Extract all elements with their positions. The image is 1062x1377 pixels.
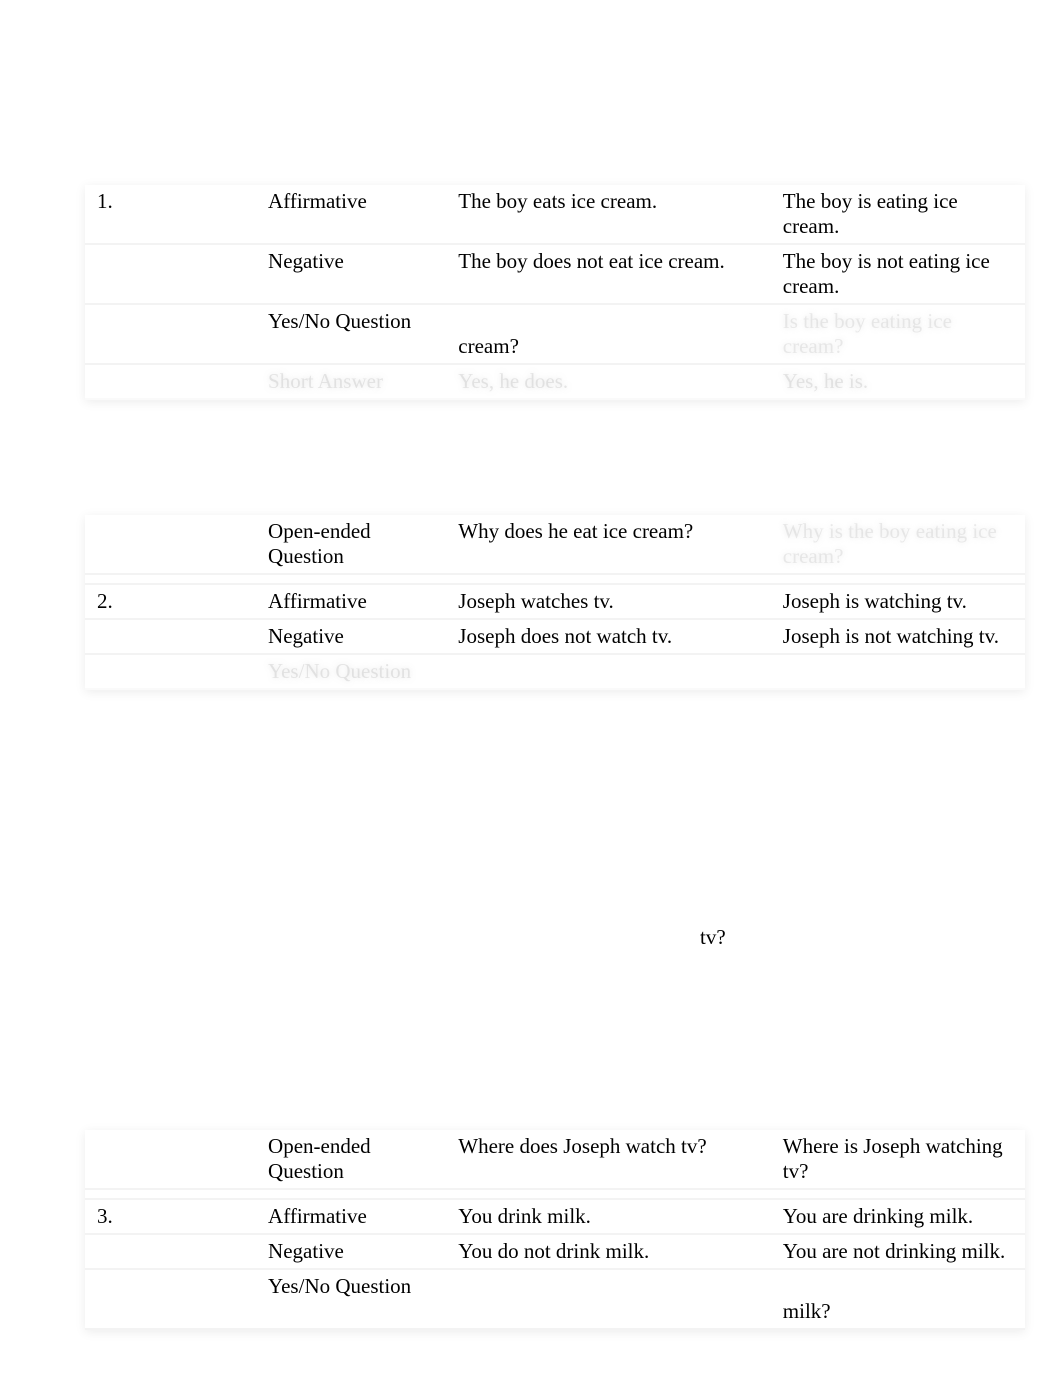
simple-form: cream? <box>454 304 779 364</box>
sentence-type: Open-ended Question <box>264 1130 454 1189</box>
simple-form: Where does Joseph watch tv? <box>454 1130 779 1189</box>
table-row: Yes/No Question cream? Is the boy eating… <box>85 304 1025 364</box>
sentence-type: Negative <box>264 619 454 654</box>
table-row: 1. Affirmative The boy eats ice cream. T… <box>85 185 1025 244</box>
row-number: 2. <box>85 584 264 619</box>
section-gap <box>0 955 1062 1130</box>
row-number: 3. <box>85 1199 264 1234</box>
progressive-form: Yes, he is. <box>779 364 1025 399</box>
sentence-type: Yes/No Question <box>264 654 454 689</box>
table-row: Yes/No Question milk? <box>85 1269 1025 1329</box>
simple-form: Yes, he does. <box>454 364 779 399</box>
progressive-form: The boy is not eating ice cream. <box>779 244 1025 304</box>
simple-form: You drink milk. <box>454 1199 779 1234</box>
sentence-type: Affirmative <box>264 584 454 619</box>
progressive-form: You are not drinking milk. <box>779 1234 1025 1269</box>
simple-form: Joseph watches tv. <box>454 584 779 619</box>
section-gap <box>0 400 1062 515</box>
progressive-form: milk? <box>779 1269 1025 1329</box>
table-row: Open-ended Question Why does he eat ice … <box>85 515 1025 574</box>
progressive-form: Joseph is watching tv. <box>779 584 1025 619</box>
table-row <box>85 1189 1025 1199</box>
progressive-form: Is the boy eating ice cream? <box>779 304 1025 364</box>
progressive-form: The boy is eating ice cream. <box>779 185 1025 244</box>
table-row: Negative Joseph does not watch tv. Josep… <box>85 619 1025 654</box>
simple-form <box>454 1269 779 1329</box>
grammar-table-2: Open-ended Question Why does he eat ice … <box>85 515 1025 690</box>
row-number <box>85 244 264 304</box>
sentence-type: Affirmative <box>264 1199 454 1234</box>
table-row <box>85 574 1025 584</box>
table-row: Negative You do not drink milk. You are … <box>85 1234 1025 1269</box>
table-row: Yes/No Question <box>85 654 1025 689</box>
row-number <box>85 364 264 399</box>
simple-form: Joseph does not watch tv. <box>454 619 779 654</box>
progressive-form: You are drinking milk. <box>779 1199 1025 1234</box>
progressive-form <box>779 654 1025 689</box>
simple-form: You do not drink milk. <box>454 1234 779 1269</box>
row-number: 1. <box>85 185 264 244</box>
sentence-type: Affirmative <box>264 185 454 244</box>
sentence-type: Short Answer <box>264 364 454 399</box>
table-row: 3. Affirmative You drink milk. You are d… <box>85 1199 1025 1234</box>
row-number <box>85 515 264 574</box>
progressive-form: Joseph is not watching tv. <box>779 619 1025 654</box>
row-number <box>85 1269 264 1329</box>
document-page: 1. Affirmative The boy eats ice cream. T… <box>0 0 1062 1330</box>
progressive-form: Why is the boy eating ice cream? <box>779 515 1025 574</box>
sentence-type: Negative <box>264 1234 454 1269</box>
fragment-text: tv? <box>700 925 726 950</box>
table-row: Short Answer Yes, he does. Yes, he is. <box>85 364 1025 399</box>
sentence-type: Negative <box>264 244 454 304</box>
row-number <box>85 619 264 654</box>
grammar-table-3: Open-ended Question Where does Joseph wa… <box>85 1130 1025 1330</box>
row-number <box>85 1130 264 1189</box>
table-row: Negative The boy does not eat ice cream.… <box>85 244 1025 304</box>
simple-form: The boy does not eat ice cream. <box>454 244 779 304</box>
section-gap <box>0 690 1062 925</box>
table-row: Open-ended Question Where does Joseph wa… <box>85 1130 1025 1189</box>
grammar-table-1: 1. Affirmative The boy eats ice cream. T… <box>85 185 1025 400</box>
simple-form: Why does he eat ice cream? <box>454 515 779 574</box>
simple-form <box>454 654 779 689</box>
progressive-form: Where is Joseph watching tv? <box>779 1130 1025 1189</box>
floating-text: tv? <box>0 925 1062 955</box>
row-number <box>85 654 264 689</box>
simple-form: The boy eats ice cream. <box>454 185 779 244</box>
row-number <box>85 1234 264 1269</box>
sentence-type: Open-ended Question <box>264 515 454 574</box>
table-row: 2. Affirmative Joseph watches tv. Joseph… <box>85 584 1025 619</box>
sentence-type: Yes/No Question <box>264 1269 454 1329</box>
sentence-type: Yes/No Question <box>264 304 454 364</box>
row-number <box>85 304 264 364</box>
